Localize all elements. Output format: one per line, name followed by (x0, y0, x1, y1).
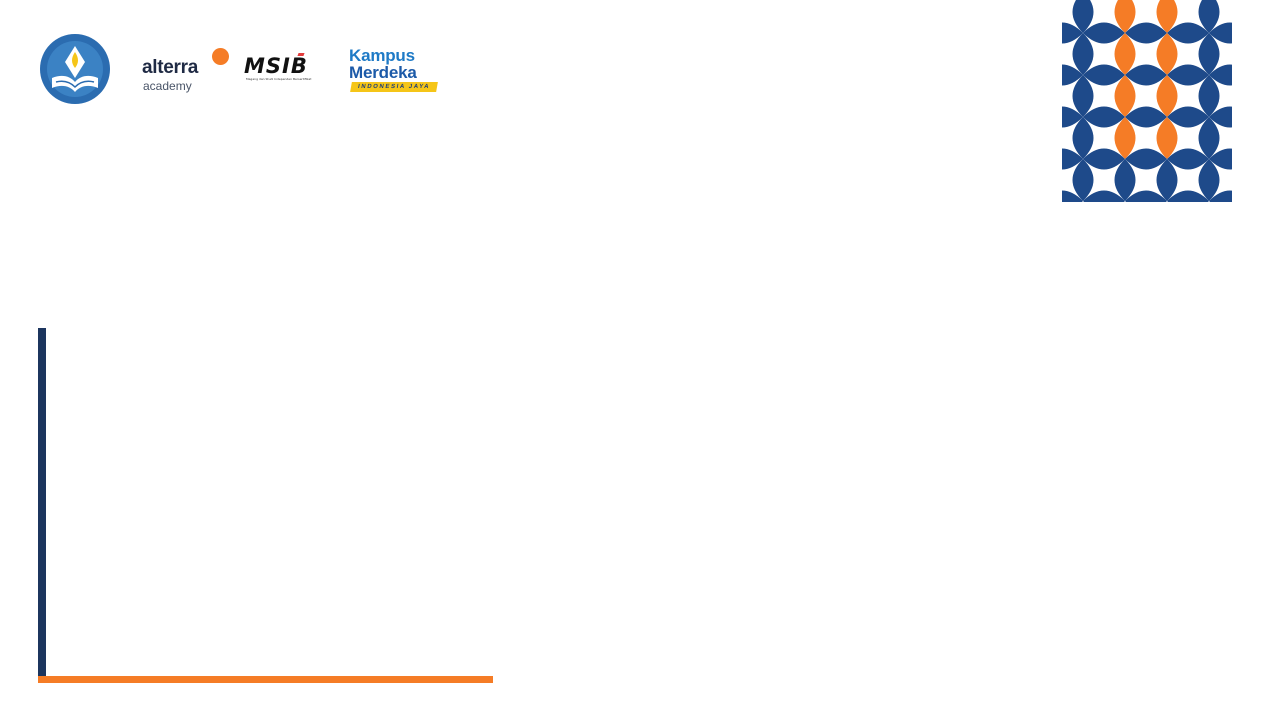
kawung-petal (1167, 106, 1209, 128)
kawung-petal (1156, 159, 1178, 201)
frame-vertical-bar (38, 328, 46, 682)
kawung-petal (1083, 106, 1125, 128)
msib-logo: MSIB Magang dan Studi Independen Bersert… (244, 53, 326, 84)
kawung-petal (1072, 33, 1094, 75)
decorative-kawung-pattern (1062, 0, 1232, 202)
kawung-petal (1125, 22, 1167, 44)
alterra-wordmark: alterra (142, 57, 198, 78)
kawung-petal (1083, 148, 1125, 170)
kawung-petal (1083, 22, 1125, 44)
kawung-petal (1125, 64, 1167, 86)
kawung-petal (1156, 75, 1178, 117)
kemdikbud-logo (38, 32, 112, 106)
kampus-merdeka-logo: Kampus Merdeka INDONESIA JAYA (349, 46, 441, 98)
msib-tagline: Magang dan Studi Independen Bersertifika… (246, 77, 312, 81)
kawung-petal (1114, 159, 1136, 201)
kawung-petal (1114, 117, 1136, 159)
alterra-academy-logo: alterra academy (142, 46, 232, 96)
partner-logos: alterra academy MSIB Magang dan Studi In… (0, 0, 460, 120)
kawung-petal (1156, 33, 1178, 75)
kawung-petal (1072, 159, 1094, 201)
kawung-petal (1167, 22, 1209, 44)
kawung-petal (1125, 148, 1167, 170)
kampus-wordmark: Kampus (349, 46, 415, 65)
kawung-petal (1114, 75, 1136, 117)
kawung-petal (1114, 33, 1136, 75)
kawung-petal (1198, 75, 1220, 117)
kawung-petal (1198, 117, 1220, 159)
kawung-petal (1198, 33, 1220, 75)
frame-horizontal-bar (38, 676, 493, 683)
kemdikbud-emblem (40, 34, 110, 104)
kawung-petal (1198, 159, 1220, 201)
kawung-petal (1167, 64, 1209, 86)
alterra-subtitle: academy (143, 79, 192, 93)
kawung-petal (1083, 64, 1125, 86)
alterra-dot-mark (212, 48, 229, 65)
kawung-petal (1072, 117, 1094, 159)
kawung-petal (1156, 117, 1178, 159)
kawung-petal (1072, 75, 1094, 117)
kawung-petal (1125, 106, 1167, 128)
kampus-merdeka-tagline: INDONESIA JAYA (350, 82, 438, 92)
merdeka-wordmark: Merdeka (349, 63, 417, 82)
msib-wordmark: MSIB (244, 54, 308, 78)
kawung-petal (1167, 148, 1209, 170)
